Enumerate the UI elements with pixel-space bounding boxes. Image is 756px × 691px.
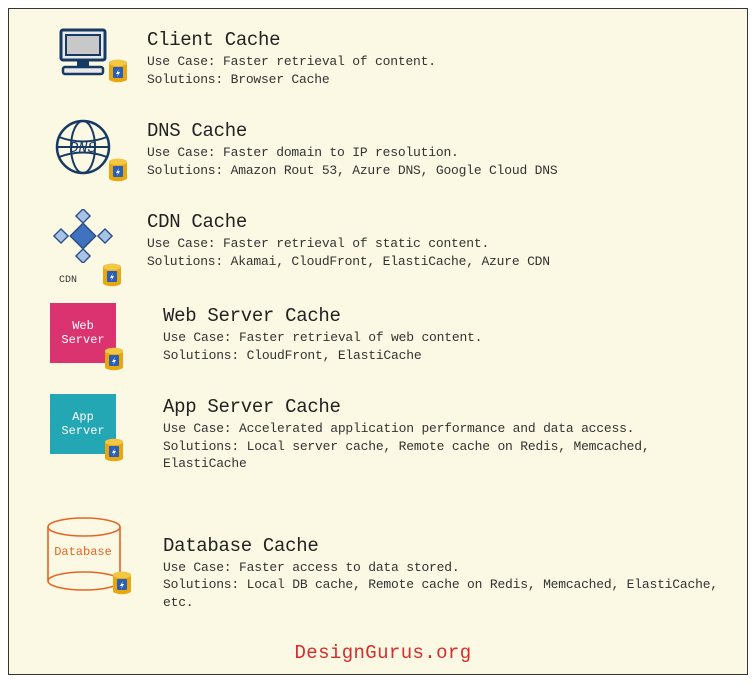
database-icon-wrap: Database — [33, 517, 133, 587]
cache-icon — [111, 571, 133, 595]
dns-text: DNS Cache Use Case: Faster domain to IP … — [133, 118, 733, 179]
client-text: Client Cache Use Case: Faster retrieval … — [133, 27, 733, 88]
row-title: Client Cache — [147, 29, 733, 51]
row-database-cache: Database Database Cache Use Case: Faster… — [33, 517, 733, 612]
row-client-cache: Client Cache Use Case: Faster retrieval … — [33, 27, 733, 88]
row-usecase: Use Case: Faster retrieval of web conten… — [163, 329, 733, 347]
app-server-box-label: App Server — [61, 410, 104, 439]
row-app-server-cache: App Server App Server Cache Use Case: Ac… — [33, 394, 733, 473]
svg-text:DNS: DNS — [69, 140, 96, 157]
row-usecase: Use Case: Faster access to data stored. — [163, 559, 733, 577]
row-title: DNS Cache — [147, 120, 733, 142]
row-solutions: Solutions: Browser Cache — [147, 71, 733, 89]
row-solutions: Solutions: Akamai, CloudFront, ElastiCac… — [147, 253, 733, 271]
row-solutions: Solutions: Amazon Rout 53, Azure DNS, Go… — [147, 162, 733, 180]
database-cylinder-icon: Database — [45, 517, 121, 587]
row-title: Database Cache — [163, 535, 733, 557]
cache-icon — [107, 59, 129, 83]
globe-dns-icon: DNS — [52, 118, 114, 176]
row-title: App Server Cache — [163, 396, 733, 418]
web-server-box-label: Web Server — [61, 319, 104, 348]
computer-icon — [55, 27, 111, 77]
row-solutions: Solutions: CloudFront, ElastiCache — [163, 347, 733, 365]
row-solutions: Solutions: Local DB cache, Remote cache … — [163, 576, 733, 611]
db-text: Database Cache Use Case: Faster access t… — [133, 517, 733, 612]
row-usecase: Use Case: Faster domain to IP resolution… — [147, 144, 733, 162]
row-usecase: Use Case: Faster retrieval of content. — [147, 53, 733, 71]
row-usecase: Use Case: Faster retrieval of static con… — [147, 235, 733, 253]
row-usecase: Use Case: Accelerated application perfor… — [163, 420, 733, 438]
cache-icon — [103, 438, 125, 462]
cache-icon — [101, 263, 123, 287]
web-server-icon-wrap: Web Server — [33, 303, 133, 363]
app-server-icon-wrap: App Server — [33, 394, 133, 454]
cache-icon — [103, 347, 125, 371]
web-text: Web Server Cache Use Case: Faster retrie… — [133, 303, 733, 364]
cdn-text: CDN Cache Use Case: Faster retrieval of … — [133, 209, 733, 270]
row-web-server-cache: Web Server Web Server Cache Use Case: Fa… — [33, 303, 733, 364]
row-cdn-cache: CDN CDN Cache Use Case: Faster retrieval… — [33, 209, 733, 273]
database-cylinder-label: Database — [54, 545, 112, 559]
dns-icon-wrap: DNS — [33, 118, 133, 176]
row-title: Web Server Cache — [163, 305, 733, 327]
app-text: App Server Cache Use Case: Accelerated a… — [133, 394, 733, 473]
row-solutions: Solutions: Local server cache, Remote ca… — [163, 438, 733, 473]
cdn-diamonds-icon — [51, 209, 115, 263]
footer-attribution: DesignGurus.org — [33, 642, 733, 664]
row-title: CDN Cache — [147, 211, 733, 233]
cdn-icon-wrap: CDN — [33, 209, 133, 273]
cache-icon — [107, 158, 129, 182]
diagram-canvas: Client Cache Use Case: Faster retrieval … — [8, 8, 748, 675]
client-icon-wrap — [33, 27, 133, 77]
row-dns-cache: DNS DNS Cache Use Case: Faster domain to… — [33, 118, 733, 179]
cdn-label: CDN — [59, 275, 77, 286]
